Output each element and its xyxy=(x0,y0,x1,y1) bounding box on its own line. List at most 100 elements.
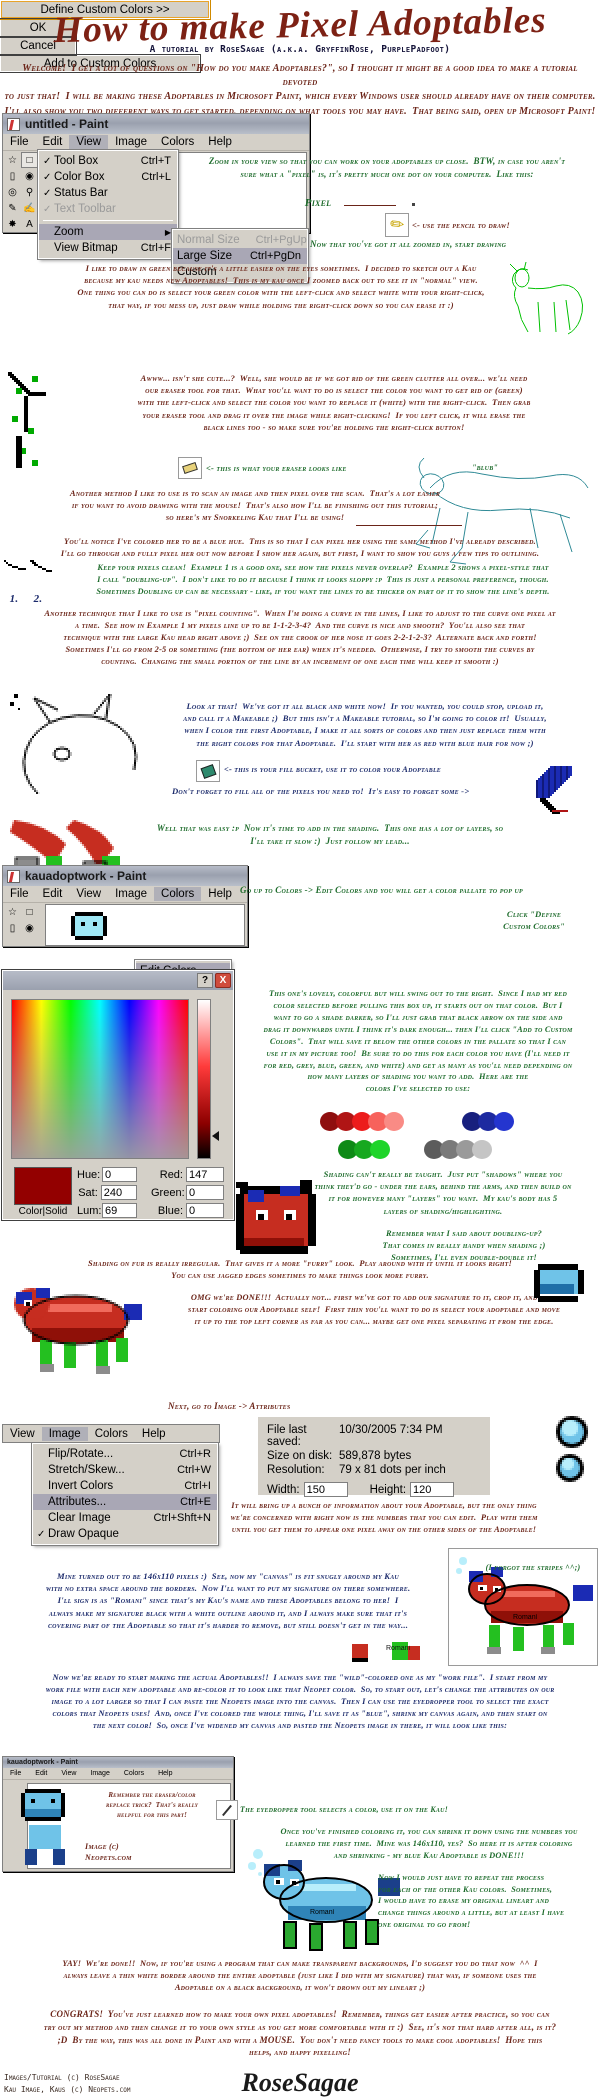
menu-edit[interactable]: Edit xyxy=(36,135,70,149)
hue-field[interactable]: 0 xyxy=(102,1167,137,1182)
palette-greens xyxy=(338,1140,390,1159)
menu-colors[interactable]: Colors xyxy=(117,1769,151,1778)
menu-image[interactable]: Image xyxy=(108,887,154,901)
menu-image[interactable]: Image xyxy=(41,1426,88,1441)
palette-reds xyxy=(320,1112,404,1131)
menu-image[interactable]: Image xyxy=(83,1769,116,1778)
menu-view[interactable]: View xyxy=(3,1427,42,1441)
blue-field[interactable]: 0 xyxy=(186,1203,224,1218)
zoom-note-text: Zoom in your view so that you can work o… xyxy=(208,156,566,179)
view-dropdown-menu[interactable]: ✓ Tool Box Ctrl+T ✓ Color Box Ctrl+L ✓ S… xyxy=(37,149,179,260)
rectangle-select-icon[interactable]: □ xyxy=(21,904,38,920)
eraser-icon[interactable]: ▯ xyxy=(4,920,21,936)
menu-item-accel: Ctrl+PgDn xyxy=(249,250,301,262)
attributes-dialog[interactable]: File last saved: 10/30/2005 7:34 PM Size… xyxy=(258,1417,490,1497)
menu-item-zoom[interactable]: Zoom ▶ xyxy=(39,224,177,240)
menu-colors[interactable]: Colors xyxy=(154,135,201,149)
fur-block: Shading on fur is really irregular. That… xyxy=(88,1259,512,1280)
menu-item-label: Invert Colors xyxy=(48,1480,114,1492)
close-icon[interactable]: X xyxy=(215,973,231,988)
free-form-select-icon[interactable]: ☆ xyxy=(4,152,21,168)
menu-item-color-box[interactable]: ✓ Color Box Ctrl+L xyxy=(39,169,177,185)
menu-file[interactable]: File xyxy=(3,887,36,901)
toolbox[interactable]: ☆ □ ▯ ◉ ◎ ⚲ ✎ ✍ ✸ A xyxy=(4,152,42,232)
rectangle-select-icon[interactable]: □ xyxy=(21,152,38,168)
menu-colors[interactable]: Colors xyxy=(154,887,202,901)
pencil-tool-box[interactable]: ✏ xyxy=(385,213,409,237)
pencil-icon: ✏ xyxy=(388,214,406,235)
blue-label: Blue: xyxy=(157,1204,183,1217)
menu-help[interactable]: Help xyxy=(201,887,239,901)
image-menubar[interactable]: View Image Colors Help xyxy=(2,1424,220,1443)
paint-window-small[interactable]: kauadoptwork - Paint File Edit View Imag… xyxy=(2,1756,234,1872)
height-field[interactable]: 120 xyxy=(410,1482,455,1497)
airbrush-icon[interactable]: ✸ xyxy=(4,216,21,232)
hue-label: Hue: xyxy=(77,1168,101,1181)
eraser-icon[interactable]: ▯ xyxy=(4,168,21,184)
menu-image[interactable]: Image xyxy=(108,135,154,149)
menu-item-invert-colors[interactable]: Invert Colors Ctrl+I xyxy=(33,1478,217,1494)
menu-view[interactable]: View xyxy=(69,887,108,901)
color-solid-swatch xyxy=(14,1167,72,1205)
swatch-grey-4 xyxy=(472,1140,492,1159)
lum-field[interactable]: 69 xyxy=(102,1203,137,1218)
toolbox[interactable]: ☆ □ ▯ ◉ xyxy=(4,904,42,936)
menubar[interactable]: File Edit View Image Colors Help xyxy=(3,1768,233,1780)
menu-help[interactable]: Help xyxy=(201,135,239,149)
sat-field[interactable]: 240 xyxy=(100,1185,137,1200)
width-field[interactable]: 150 xyxy=(303,1482,348,1497)
edit-colors-dialog[interactable]: ? X Color|Solid Hue: 0 Sat: 240 Lum: 69 xyxy=(1,969,235,1221)
color-spectrum[interactable] xyxy=(11,999,189,1159)
menu-edit[interactable]: Edit xyxy=(28,1769,54,1778)
intro-text: Welcome! I get a lot of questions on "Ho… xyxy=(4,63,596,117)
lum-label: Lum: xyxy=(77,1204,102,1217)
fill-bucket-icon[interactable]: ◉ xyxy=(21,920,38,936)
paint-window-kauadoptwork[interactable]: kauadoptwork - Paint File Edit View Imag… xyxy=(2,865,248,947)
eraser-tool-box[interactable] xyxy=(178,457,202,479)
menu-file[interactable]: File xyxy=(3,1769,28,1778)
menu-item-tool-box[interactable]: ✓ Tool Box Ctrl+T xyxy=(39,153,177,169)
chevron-right-icon: ▶ xyxy=(164,227,171,237)
file-last-saved-value: 10/30/2005 7:34 PM xyxy=(339,1424,443,1436)
menu-colors[interactable]: Colors xyxy=(88,1427,135,1441)
menu-view[interactable]: View xyxy=(69,135,109,149)
dialog-titlebar: ? X xyxy=(3,971,233,990)
fill-bucket-box[interactable] xyxy=(196,760,220,782)
free-form-select-icon[interactable]: ☆ xyxy=(4,904,21,920)
pencil-icon[interactable]: ✎ xyxy=(4,200,21,216)
text-icon[interactable]: A xyxy=(21,216,38,232)
menu-file[interactable]: File xyxy=(3,135,36,149)
fill-bucket-icon[interactable]: ◉ xyxy=(21,168,38,184)
luminance-slider[interactable] xyxy=(197,999,211,1159)
menu-item-view-bitmap[interactable]: View Bitmap Ctrl+F xyxy=(39,240,177,256)
eyedropper-block: The eyedropper tool selects a color, use… xyxy=(240,1805,448,1814)
menu-item-label: Stretch/Skew... xyxy=(48,1464,125,1476)
menu-help[interactable]: Help xyxy=(151,1769,179,1778)
rgb-fields[interactable]: Red: 147 Green: 0 Blue: 0 xyxy=(151,1167,231,1218)
menu-edit[interactable]: Edit xyxy=(36,887,70,901)
menu-item-flip-rotate[interactable]: Flip/Rotate... Ctrl+R xyxy=(33,1446,217,1462)
eyedropper-box[interactable] xyxy=(216,1800,238,1820)
hsl-fields[interactable]: Hue: 0 Sat: 240 Lum: 69 xyxy=(77,1167,137,1218)
eyedropper-icon[interactable]: ◎ xyxy=(4,184,21,200)
menu-item-label: Attributes... xyxy=(48,1496,107,1508)
magnifier-icon[interactable]: ⚲ xyxy=(21,184,38,200)
green-field[interactable]: 0 xyxy=(186,1185,224,1200)
menu-item-label: Large Size xyxy=(177,250,232,262)
red-field[interactable]: 147 xyxy=(186,1167,224,1182)
check-icon: ✓ xyxy=(37,1528,46,1540)
check-icon: ✓ xyxy=(43,187,52,199)
luminance-arrow-icon[interactable] xyxy=(212,1131,219,1141)
menubar[interactable]: File Edit View Image Colors Help xyxy=(3,886,247,903)
menu-item-label: Normal Size xyxy=(177,234,240,246)
attr-row-size-on-disk: Size on disk: 589,878 bytes xyxy=(267,1450,481,1462)
menu-help[interactable]: Help xyxy=(135,1427,173,1441)
brush-icon[interactable]: ✍ xyxy=(21,200,38,216)
menu-item-stretch-skew[interactable]: Stretch/Skew... Ctrl+W xyxy=(33,1462,217,1478)
help-button[interactable]: ? xyxy=(197,973,213,988)
check-icon: ✓ xyxy=(43,171,52,183)
attributes-block: It will bring up a bunch of information … xyxy=(230,1501,538,1534)
menubar[interactable]: File Edit View Image Colors Help xyxy=(3,134,309,151)
menu-item-status-bar[interactable]: ✓ Status Bar xyxy=(39,185,177,201)
menu-view[interactable]: View xyxy=(54,1769,83,1778)
